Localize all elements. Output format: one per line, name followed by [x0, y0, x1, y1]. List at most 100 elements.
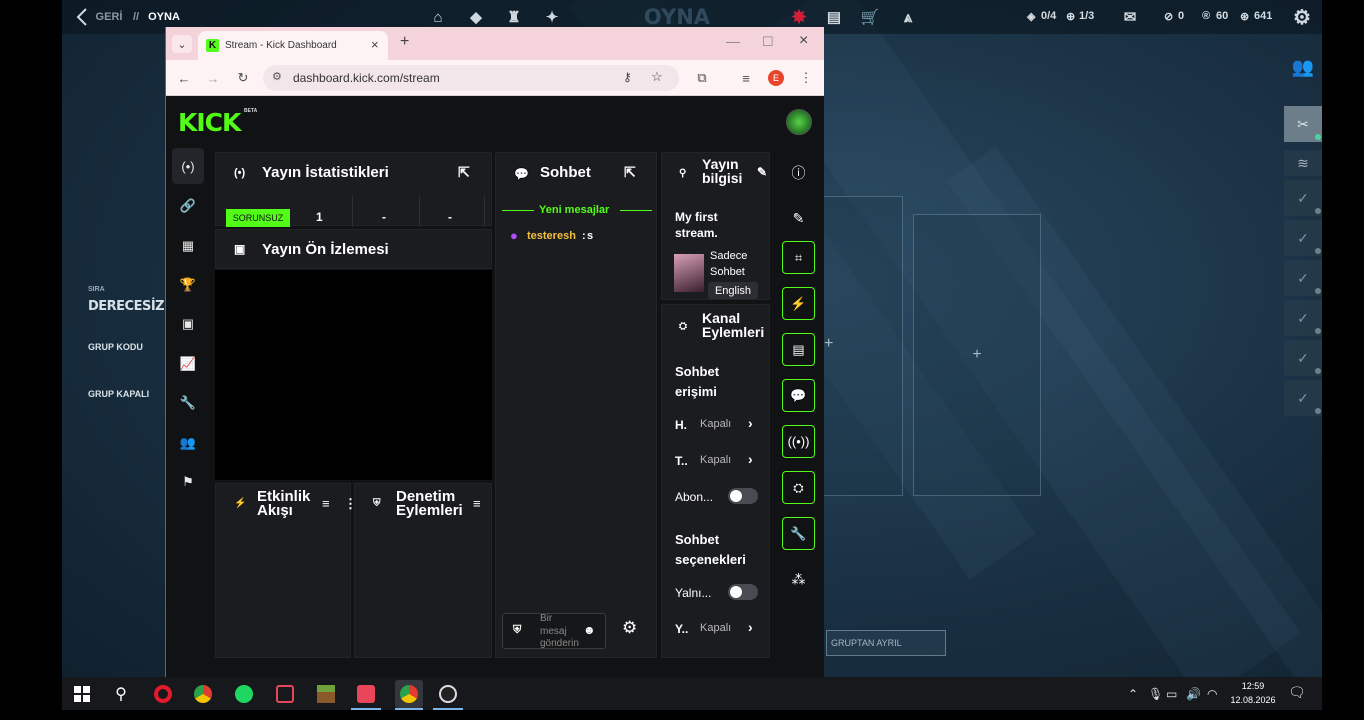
extensions-icon[interactable]: ⧉	[693, 69, 711, 87]
maximize-icon[interactable]: ☐	[762, 34, 774, 50]
site-info-icon[interactable]: ⚙	[272, 70, 282, 83]
chat-action-button[interactable]: 💬	[782, 379, 815, 412]
new-tab-plus-icon[interactable]: +	[400, 33, 409, 51]
opera-icon[interactable]	[151, 682, 175, 706]
rank-icon[interactable]: ⩓	[896, 0, 920, 34]
tab-search-chevron-icon[interactable]: ⌄	[172, 35, 192, 53]
collection-icon[interactable]: ▤	[824, 0, 844, 34]
media-control-icon[interactable]: ≡	[737, 69, 755, 87]
close-window-icon[interactable]: ×	[799, 32, 808, 50]
party-slot-card[interactable]: +	[817, 196, 903, 496]
riot-valorant-icon[interactable]	[354, 682, 378, 706]
stream-info-panel: ⚲ Yayın bilgisi ✎ My first stream. Sadec…	[661, 152, 770, 300]
obs-icon[interactable]	[436, 682, 460, 706]
edit-pencil-icon[interactable]: ✎	[757, 165, 767, 179]
tab-close-icon[interactable]: ×	[371, 37, 379, 52]
friend-slot-icon[interactable]: ✓	[1284, 180, 1322, 216]
friend-slot-icon[interactable]: ✓	[1284, 220, 1322, 256]
clip-button[interactable]: ⌗	[782, 241, 815, 274]
users-icon[interactable]: 👥	[176, 431, 200, 455]
host-button[interactable]: ⛭	[782, 471, 815, 504]
category-name-2[interactable]: Sohbet	[710, 264, 745, 280]
chat-username[interactable]: testeresh	[527, 230, 576, 242]
notes-button[interactable]: ▤	[782, 333, 815, 366]
row-value[interactable]: Kapalı	[700, 454, 731, 466]
filter-icon[interactable]: ≡	[473, 496, 481, 511]
chrome-icon[interactable]	[191, 682, 215, 706]
user-avatar[interactable]	[786, 109, 812, 135]
browser-tab[interactable]: K Stream - Kick Dashboard ×	[198, 31, 388, 60]
community-icon[interactable]: ⚑	[176, 470, 200, 494]
player-card-avatar[interactable]: ✂	[1284, 106, 1322, 142]
trophy-icon[interactable]: 🏆	[176, 273, 200, 297]
row-value[interactable]: Kapalı	[700, 622, 731, 634]
category-name-1[interactable]: Sadece	[710, 248, 747, 264]
windows-start-icon[interactable]	[70, 682, 94, 706]
subscriber-only-toggle[interactable]	[728, 488, 758, 504]
minecraft-icon[interactable]	[314, 682, 338, 706]
stream-preview-player[interactable]	[215, 270, 492, 480]
growth-chart-icon[interactable]: 📈	[176, 352, 200, 376]
microphone-icon[interactable]: 🎙	[1148, 687, 1163, 701]
url-omnibox[interactable]: ⚙ dashboard.kick.com/stream ⚷ ☆	[263, 65, 679, 91]
party-slot-card[interactable]: +	[913, 214, 1041, 496]
emote-shield-icon[interactable]: ⛨	[513, 624, 521, 637]
broadcast-button[interactable]: ((•))	[782, 425, 815, 458]
clock-date[interactable]: 12.08.2026	[1222, 695, 1284, 705]
friend-slot-icon[interactable]: ✓	[1284, 340, 1322, 376]
friend-slot-icon[interactable]: ✓	[1284, 300, 1322, 336]
only-option-toggle[interactable]	[728, 584, 758, 600]
friend-slot-icon[interactable]: ✓	[1284, 260, 1322, 296]
friends-icon[interactable]: 👥	[1284, 48, 1322, 86]
emoji-icon[interactable]: ☻	[583, 623, 596, 637]
chevron-right-icon[interactable]: ›	[748, 415, 753, 431]
clock-time[interactable]: 12:59	[1228, 681, 1278, 691]
raid-button[interactable]: ⚡	[782, 287, 815, 320]
mail-icon[interactable]: ✉	[1120, 0, 1140, 34]
category-thumbnail[interactable]	[674, 254, 704, 292]
group-code-button[interactable]: GRUP KODU	[88, 342, 143, 352]
chat-settings-gear-icon[interactable]: ⚙	[622, 618, 637, 638]
tray-expand-chevron-icon[interactable]: ⌃	[1128, 687, 1138, 701]
wrench-icon[interactable]: 🔧	[176, 391, 200, 415]
wifi-icon[interactable]: ◠	[1207, 687, 1217, 701]
back-label[interactable]: GERİ	[94, 0, 124, 34]
chrome-active-icon[interactable]	[395, 680, 423, 708]
minimize-icon[interactable]: —	[726, 33, 740, 49]
forward-icon[interactable]: →	[204, 69, 222, 87]
analytics-icon[interactable]: ▦	[176, 234, 200, 258]
info-icon[interactable]: ⓘ	[782, 156, 815, 189]
settings-gear-icon[interactable]: ⚙	[1290, 0, 1314, 34]
spotify-icon[interactable]	[232, 682, 256, 706]
back-icon[interactable]: ←	[175, 69, 193, 87]
popout-icon[interactable]: ⇱	[458, 164, 470, 181]
leave-group-button[interactable]: GRUPTAN AYRIL	[826, 630, 946, 656]
chevron-right-icon[interactable]: ›	[748, 451, 753, 467]
notifications-icon[interactable]: 🗨	[1288, 684, 1306, 701]
more-menu-icon[interactable]: ⋮	[797, 69, 815, 87]
chat-input[interactable]: ⛨ Bir mesaj gönderin ☻	[502, 613, 606, 649]
stream-broadcast-icon[interactable]: (•)	[176, 154, 200, 178]
link-icon[interactable]: 🔗	[176, 194, 200, 218]
video-icon[interactable]: ▣	[176, 312, 200, 336]
back-arrow-icon[interactable]	[72, 0, 92, 34]
edit-pencil-icon[interactable]: ✎	[782, 202, 815, 235]
bookmark-star-icon[interactable]: ☆	[651, 69, 663, 85]
tools-button[interactable]: 🔧	[782, 517, 815, 550]
password-key-icon[interactable]: ⚷	[623, 70, 632, 84]
store-cart-icon[interactable]: 🛒	[860, 0, 880, 34]
speaker-icon[interactable]: 🔊	[1186, 687, 1201, 701]
shortcuts-icon[interactable]: ⁂	[782, 563, 815, 596]
popout-icon[interactable]: ⇱	[624, 164, 636, 181]
filter-icon[interactable]: ≡	[322, 496, 330, 511]
group-status-toggle[interactable]: GRUP KAPALI	[88, 389, 149, 399]
profile-avatar[interactable]: E	[768, 70, 784, 86]
chevron-right-icon[interactable]: ›	[748, 619, 753, 635]
battery-icon[interactable]: ▭	[1166, 687, 1177, 701]
search-icon[interactable]: ⚲	[109, 682, 133, 706]
reload-icon[interactable]: ↻	[234, 69, 252, 87]
row-value[interactable]: Kapalı	[700, 418, 731, 430]
kick-logo[interactable]: KICK	[178, 108, 241, 137]
valorant-icon[interactable]	[273, 682, 297, 706]
friend-slot-icon[interactable]: ✓	[1284, 380, 1322, 416]
